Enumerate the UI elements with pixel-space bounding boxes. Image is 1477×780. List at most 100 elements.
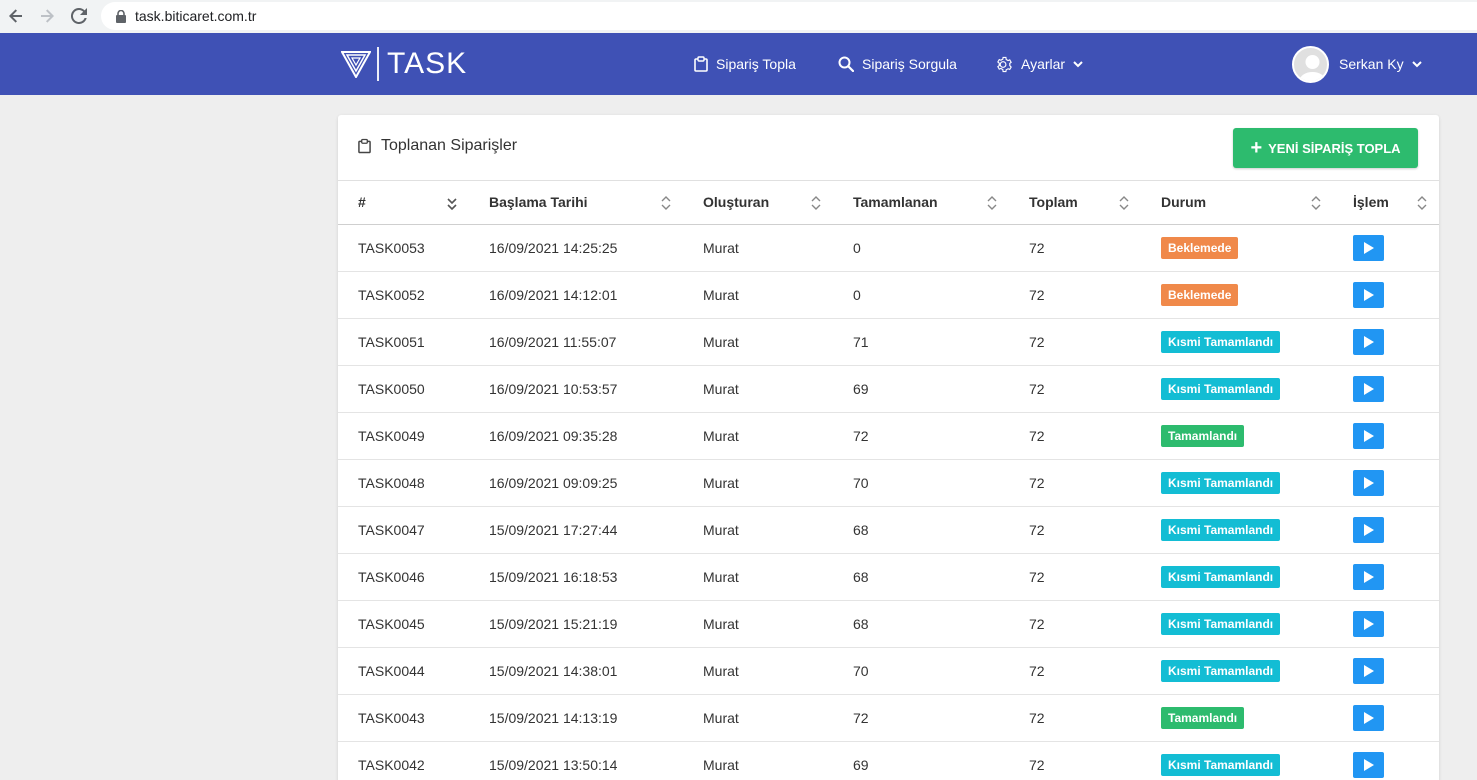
new-order-button[interactable]: + YENİ SİPARİŞ TOPLA [1233, 128, 1418, 168]
cell-total: 72 [1009, 694, 1141, 742]
play-button[interactable] [1353, 610, 1384, 637]
logo[interactable]: TASK [341, 45, 467, 83]
play-button[interactable] [1353, 234, 1384, 261]
cell-status: Kısmi Tamamlandı [1141, 553, 1333, 601]
cell-creator: Murat [683, 365, 833, 413]
status-badge: Kısmi Tamamlandı [1161, 753, 1281, 776]
status-badge: Kısmi Tamamlandı [1161, 377, 1281, 400]
table-row[interactable]: TASK0051 16/09/2021 11:55:07 Murat 71 72 Kısm… [338, 318, 1439, 366]
play-button[interactable] [1353, 281, 1384, 308]
cell-status: Kısmi Tamamlandı [1141, 318, 1333, 366]
chevron-down-icon [1411, 60, 1422, 67]
forward-arrow-icon[interactable] [34, 3, 60, 29]
sort-icon[interactable] [1417, 195, 1427, 211]
table-row[interactable]: TASK0053 16/09/2021 14:25:25 Murat 0 72 Bekle… [338, 224, 1439, 272]
status-badge: Kısmi Tamamlandı [1161, 518, 1281, 541]
nav-siparis-sorgula[interactable]: Sipariş Sorgula [838, 51, 957, 77]
play-icon [1363, 288, 1374, 301]
cell-creator: Murat [683, 318, 833, 366]
table-row[interactable]: TASK0045 15/09/2021 15:21:19 Murat 68 72 Kısm… [338, 600, 1439, 648]
reload-icon[interactable] [66, 3, 92, 29]
user-menu[interactable]: Serkan Ky [1292, 45, 1422, 83]
cell-id: TASK0044 [338, 647, 469, 695]
cell-total: 72 [1009, 412, 1141, 460]
nav-siparis-topla[interactable]: Sipariş Topla [694, 51, 796, 77]
table-row[interactable]: TASK0042 15/09/2021 13:50:14 Murat 69 72 Kısm… [338, 741, 1439, 780]
column-header-status[interactable]: Durum [1141, 181, 1333, 225]
table-row[interactable]: TASK0048 16/09/2021 09:09:25 Murat 70 72 Kısm… [338, 459, 1439, 507]
play-icon [1363, 241, 1374, 254]
status-badge: Kısmi Tamamlandı [1161, 471, 1281, 494]
column-header-creator[interactable]: Oluşturan [683, 181, 833, 225]
cell-total: 72 [1009, 365, 1141, 413]
column-header-total[interactable]: Toplam [1009, 181, 1141, 225]
cell-status: Kısmi Tamamlandı [1141, 647, 1333, 695]
lock-icon [113, 8, 129, 24]
sort-icon[interactable] [1311, 195, 1321, 211]
logo-triangle-icon [341, 51, 371, 78]
play-button[interactable] [1353, 751, 1384, 778]
cell-action [1333, 741, 1439, 780]
sort-icon[interactable] [661, 195, 671, 211]
card-title: Toplanan Siparişler [358, 137, 517, 155]
table-row[interactable]: TASK0047 15/09/2021 17:27:44 Murat 68 72 Kısm… [338, 506, 1439, 554]
play-button[interactable] [1353, 375, 1384, 402]
cell-completed: 0 [833, 271, 1009, 319]
cell-completed: 68 [833, 553, 1009, 601]
user-name: Serkan Ky [1339, 56, 1404, 72]
column-header-action[interactable]: İşlem [1333, 181, 1439, 225]
table-row[interactable]: TASK0044 15/09/2021 14:38:01 Murat 70 72 Kısm… [338, 647, 1439, 695]
sort-desc-icon[interactable] [447, 195, 457, 211]
cell-completed: 71 [833, 318, 1009, 366]
cell-creator: Murat [683, 694, 833, 742]
url-text: task.biticaret.com.tr [135, 8, 257, 24]
logo-text: TASK [387, 47, 468, 80]
status-badge: Kısmi Tamamlandı [1161, 330, 1281, 353]
cell-status: Kısmi Tamamlandı [1141, 741, 1333, 780]
nav-ayarlar[interactable]: Ayarlar [996, 51, 1083, 77]
sort-icon[interactable] [811, 195, 821, 211]
cell-total: 72 [1009, 553, 1141, 601]
cell-creator: Murat [683, 553, 833, 601]
status-badge: Beklemede [1161, 236, 1239, 259]
play-icon [1363, 664, 1374, 677]
play-button[interactable] [1353, 516, 1384, 543]
cell-id: TASK0042 [338, 741, 469, 780]
play-button[interactable] [1353, 704, 1384, 731]
play-icon [1363, 617, 1374, 630]
play-icon [1363, 570, 1374, 583]
table-row[interactable]: TASK0049 16/09/2021 09:35:28 Murat 72 72 Tama… [338, 412, 1439, 460]
table-row[interactable]: TASK0052 16/09/2021 14:12:01 Murat 0 72 Bekle… [338, 271, 1439, 319]
table-row[interactable]: TASK0050 16/09/2021 10:53:57 Murat 69 72 Kısm… [338, 365, 1439, 413]
table-row[interactable]: TASK0046 15/09/2021 16:18:53 Murat 68 72 Kısm… [338, 553, 1439, 601]
cell-creator: Murat [683, 600, 833, 648]
status-badge: Tamamlandı [1161, 424, 1245, 447]
address-bar[interactable]: task.biticaret.com.tr [101, 2, 1477, 30]
play-button[interactable] [1353, 563, 1384, 590]
card-title-text: Toplanan Siparişler [381, 137, 518, 154]
cell-date: 15/09/2021 16:18:53 [469, 553, 683, 601]
back-arrow-icon[interactable] [3, 3, 29, 29]
nav-siparis-topla-label: Sipariş Topla [716, 56, 796, 72]
cell-action [1333, 600, 1439, 648]
status-badge: Tamamlandı [1161, 706, 1245, 729]
play-button[interactable] [1353, 657, 1384, 684]
cell-date: 16/09/2021 09:35:28 [469, 412, 683, 460]
play-button[interactable] [1353, 328, 1384, 355]
play-button[interactable] [1353, 469, 1384, 496]
cell-date: 15/09/2021 14:38:01 [469, 647, 683, 695]
table-body: TASK0053 16/09/2021 14:25:25 Murat 0 72 Bekle… [338, 224, 1439, 780]
cell-date: 16/09/2021 11:55:07 [469, 318, 683, 366]
column-header-id[interactable]: # [338, 181, 469, 225]
column-header-date[interactable]: Başlama Tarihi [469, 181, 683, 225]
play-button[interactable] [1353, 422, 1384, 449]
cell-action [1333, 647, 1439, 695]
sort-icon[interactable] [1119, 195, 1129, 211]
browser-toolbar: task.biticaret.com.tr [0, 0, 1477, 33]
sort-icon[interactable] [987, 195, 997, 211]
cell-completed: 69 [833, 741, 1009, 780]
plus-icon: + [1250, 137, 1263, 159]
table-row[interactable]: TASK0043 15/09/2021 14:13:19 Murat 72 72 Tama… [338, 694, 1439, 742]
column-header-completed[interactable]: Tamamlanan [833, 181, 1009, 225]
cell-total: 72 [1009, 318, 1141, 366]
